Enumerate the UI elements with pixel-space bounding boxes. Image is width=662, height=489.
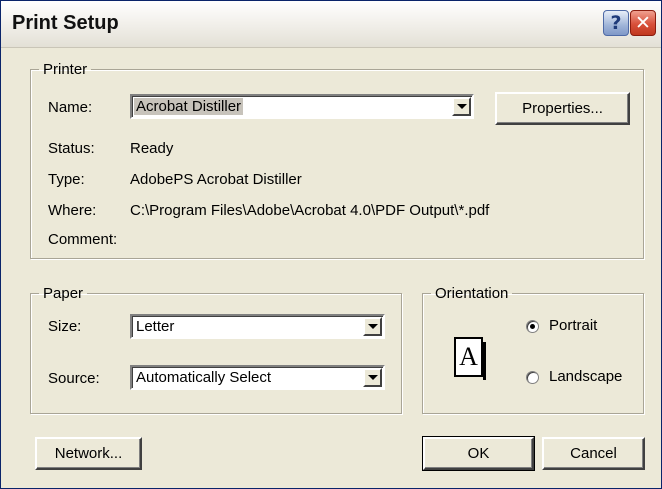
paper-size-value: Letter — [136, 318, 175, 335]
radio-selected-dot — [530, 324, 535, 329]
printer-name-select[interactable]: Acrobat Distiller — [130, 94, 474, 119]
network-button[interactable]: Network... — [35, 437, 142, 470]
orientation-group-legend: Orientation — [435, 285, 509, 302]
printer-name-dropdown-button[interactable] — [452, 97, 471, 116]
paper-size-dropdown-button[interactable] — [363, 317, 382, 336]
where-label: Where: — [48, 202, 97, 219]
close-icon: ✕ — [635, 12, 651, 34]
paper-size-select[interactable]: Letter — [130, 314, 385, 339]
title-bar[interactable]: Print Setup ? ✕ — [1, 1, 661, 48]
portrait-page-icon: A — [454, 337, 486, 380]
question-mark-icon: ? — [610, 12, 622, 34]
ok-button[interactable]: OK — [422, 436, 535, 471]
where-value: C:\Program Files\Adobe\Acrobat 4.0\PDF O… — [130, 202, 490, 219]
paper-size-label: Size: — [48, 318, 82, 335]
help-button[interactable]: ? — [603, 10, 629, 36]
portrait-radio[interactable] — [526, 320, 539, 333]
page-letter: A — [459, 342, 478, 371]
paper-source-select[interactable]: Automatically Select — [130, 365, 385, 390]
paper-group-legend: Paper — [43, 285, 84, 302]
paper-source-value: Automatically Select — [136, 369, 272, 386]
print-setup-dialog: Print Setup ? ✕ Printer Name: Acrobat Di… — [0, 0, 662, 489]
paper-group: Paper — [30, 285, 402, 414]
printer-name-value: Acrobat Distiller — [134, 98, 244, 115]
comment-label: Comment: — [48, 231, 118, 248]
type-label: Type: — [48, 171, 85, 188]
type-value: AdobePS Acrobat Distiller — [130, 171, 302, 188]
paper-source-dropdown-button[interactable] — [363, 368, 382, 387]
chevron-down-icon — [367, 324, 378, 329]
status-value: Ready — [130, 140, 174, 157]
dialog-title: Print Setup — [12, 12, 119, 34]
close-button[interactable]: ✕ — [630, 10, 656, 36]
properties-button[interactable]: Properties... — [495, 92, 630, 125]
chevron-down-icon — [367, 375, 378, 380]
cancel-button[interactable]: Cancel — [542, 437, 645, 470]
chevron-down-icon — [456, 104, 467, 109]
landscape-label[interactable]: Landscape — [549, 368, 622, 385]
landscape-radio[interactable] — [526, 371, 539, 384]
status-label: Status: — [48, 140, 95, 157]
printer-name-label: Name: — [48, 99, 93, 116]
printer-group: Printer — [30, 61, 644, 259]
portrait-label[interactable]: Portrait — [549, 317, 597, 334]
paper-source-label: Source: — [48, 370, 100, 387]
printer-group-legend: Printer — [43, 61, 88, 78]
